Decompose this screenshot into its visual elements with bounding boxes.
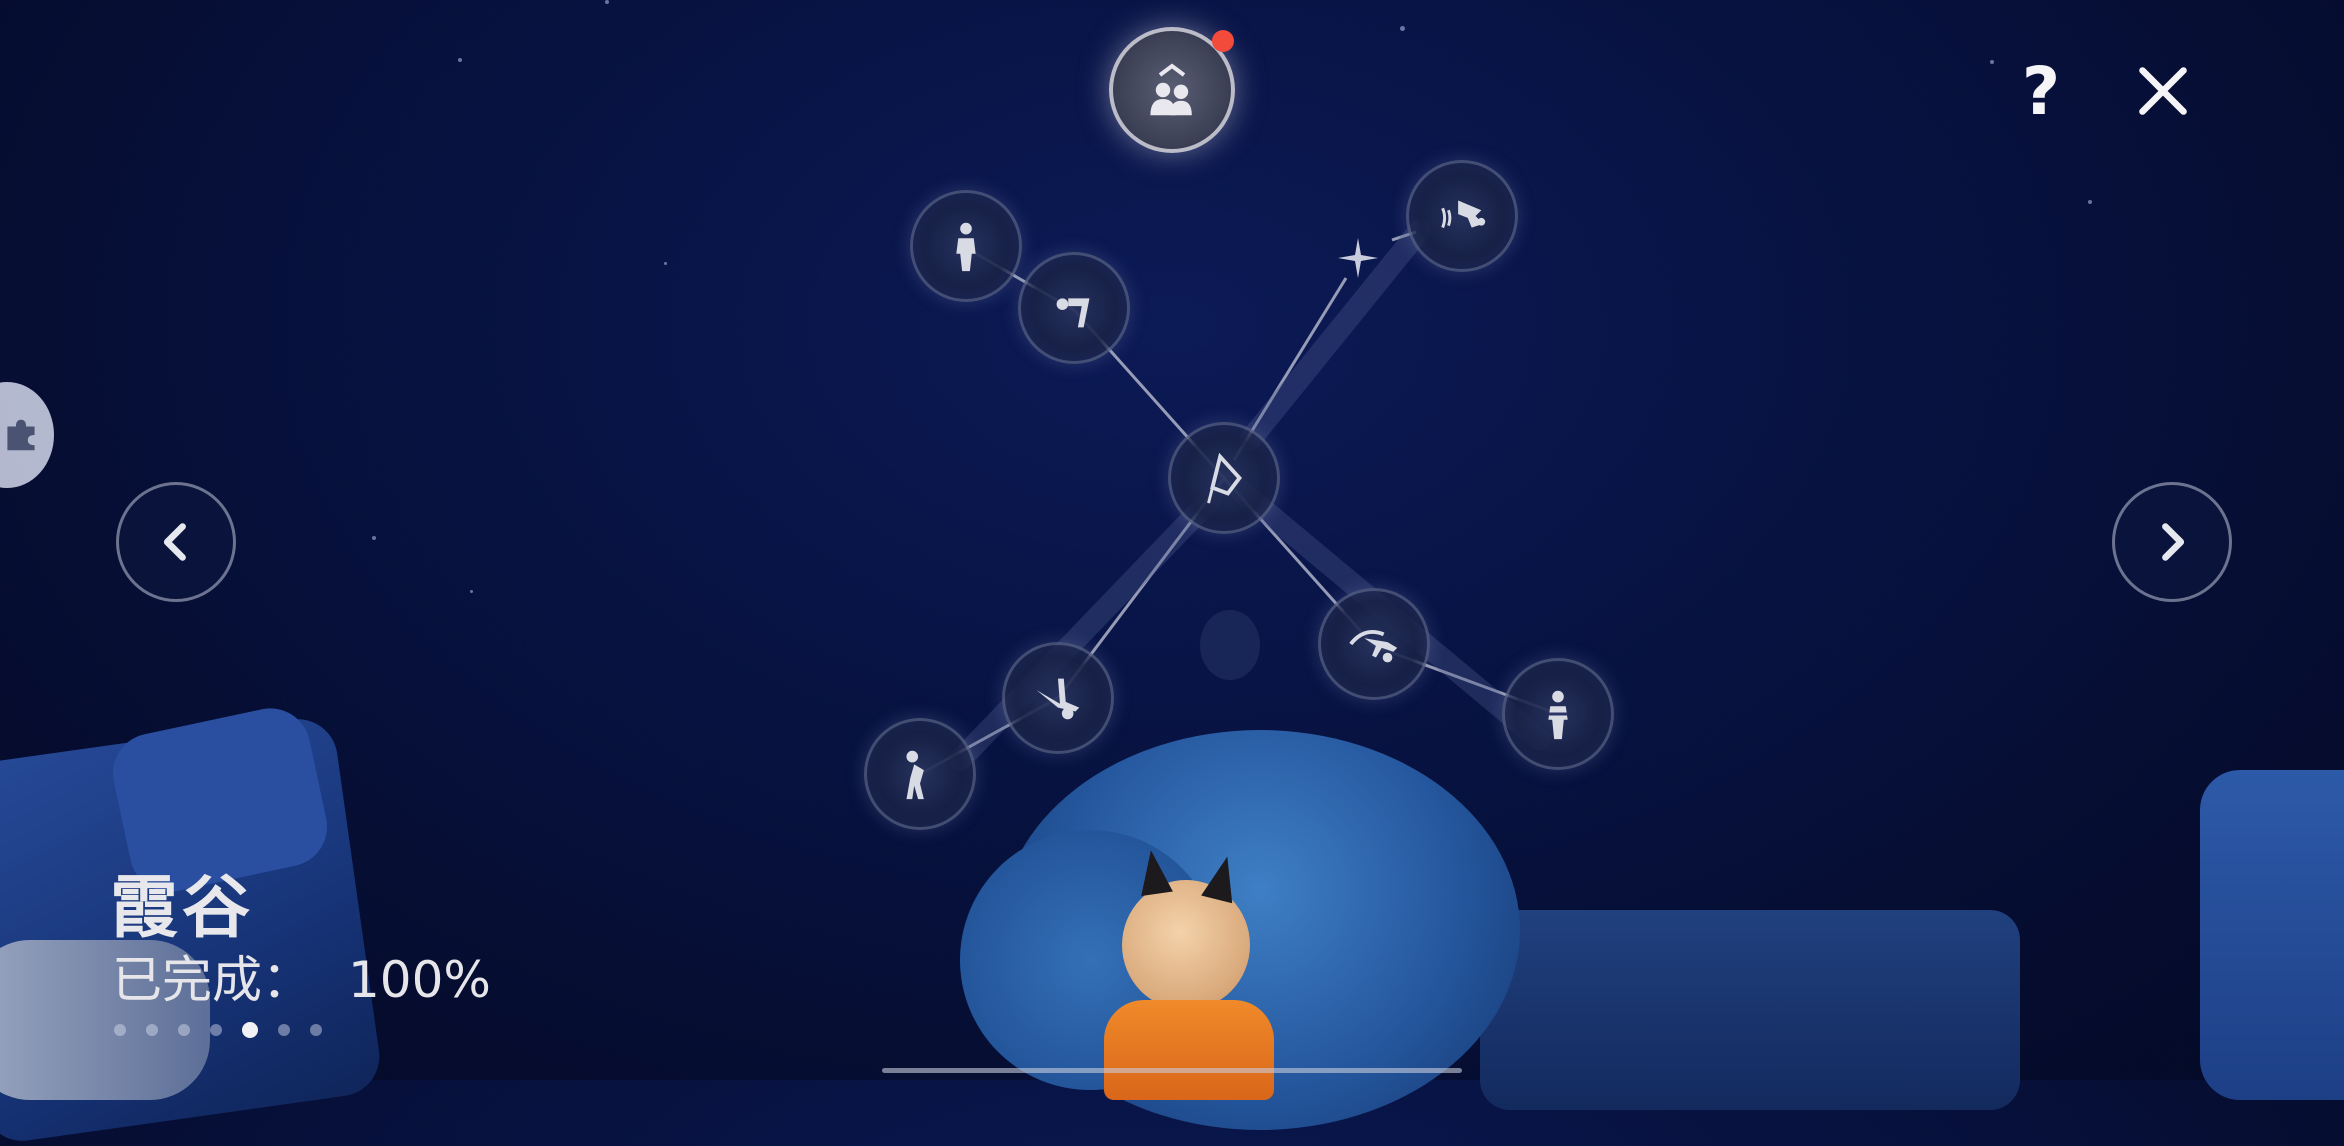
close-icon [2139, 67, 2187, 115]
friends-icon [1150, 82, 1192, 116]
game-scene: ? 霞谷 已完成： 100% [0, 0, 2344, 1146]
dancing-spirit-icon[interactable] [1406, 160, 1518, 272]
progress-value: 100% [348, 951, 491, 1009]
star-icon [1338, 238, 1378, 278]
stretching-person-icon[interactable] [864, 718, 976, 830]
bowing-person-icon[interactable] [1018, 252, 1130, 364]
puzzle-icon [7, 419, 35, 451]
notification-badge [1212, 30, 1234, 52]
standing-person-icon[interactable] [910, 190, 1022, 302]
page-dot[interactable] [114, 1024, 126, 1036]
page-dot-active[interactable] [242, 1022, 258, 1038]
area-progress: 已完成： 100% [112, 940, 491, 1012]
page-dot[interactable] [210, 1024, 222, 1036]
home-indicator[interactable] [882, 1068, 1462, 1073]
chevron-left-icon [163, 523, 186, 561]
constellation-lines [919, 219, 1559, 776]
help-icon: ? [2021, 52, 2061, 130]
cartwheel-icon[interactable] [1002, 642, 1114, 754]
crossed-arms-person-icon[interactable] [1502, 658, 1614, 770]
progress-label: 已完成： [112, 951, 312, 1009]
page-dot[interactable] [278, 1024, 290, 1036]
area-name: 霞谷 [110, 869, 255, 948]
page-dot[interactable] [146, 1024, 158, 1036]
help-button[interactable]: ? [2006, 53, 2076, 130]
chevron-up-icon [1158, 63, 1186, 77]
page-dot[interactable] [178, 1024, 190, 1036]
previous-area-button[interactable] [116, 482, 236, 602]
close-button[interactable] [2128, 56, 2198, 126]
backflip-icon[interactable] [1318, 588, 1430, 700]
chevron-right-icon [2162, 523, 2185, 561]
cape-emblem-icon[interactable] [1168, 422, 1280, 534]
page-dot[interactable] [310, 1024, 322, 1036]
page-indicator [114, 1022, 322, 1038]
next-area-button[interactable] [2112, 482, 2232, 602]
